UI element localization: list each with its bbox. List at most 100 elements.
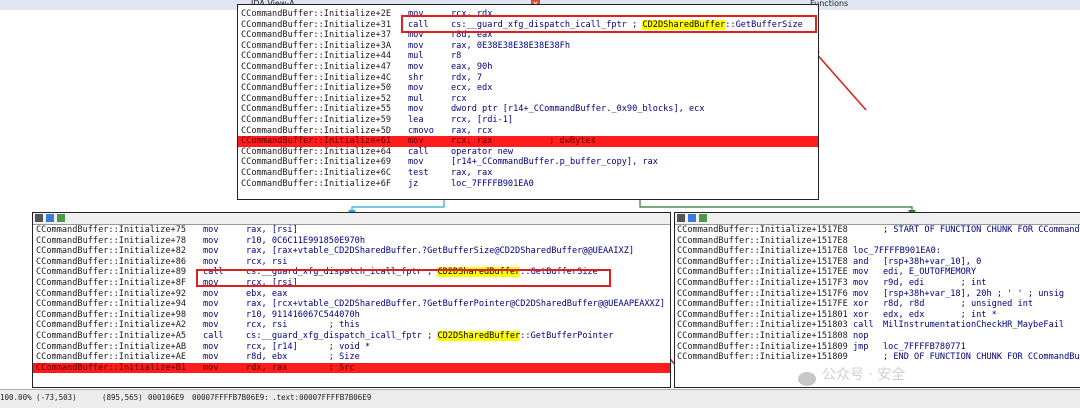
color-icon[interactable] [35,214,43,222]
left-code-block[interactable]: CCommandBuffer::Initialize+75 mov rax, [rs… [32,212,671,388]
code-operands-text: rax, rcx [451,125,493,136]
code-line[interactable]: CCommandBuffer::Initialize+59 lea rcx, [rd… [238,115,818,126]
code-address: CCommandBuffer::Initialize+69 [241,157,392,168]
annotation-arrow-top [813,50,867,111]
top-code-block[interactable]: CCommandBuffer::Initialize+2E mov rcx, rdx… [237,4,819,200]
code-mnemonic: call [203,330,224,341]
code-operands-text: rax, [rsi] [246,225,298,235]
code-line[interactable]: CCommandBuffer::Initialize+5D cmovo rax, r… [238,126,818,137]
code-line[interactable]: CCommandBuffer::Initialize+78 mov r10, 0C6… [33,236,670,247]
code-line[interactable]: CCommandBuffer::Initialize+86 mov rcx, rsi [33,257,670,268]
code-operands: rcx, rsi ; this [246,320,360,331]
code-line[interactable]: CCommandBuffer::Initialize+61 mov rcx, rax… [238,136,818,147]
code-address: CCommandBuffer::Initialize+59 [241,114,392,125]
code-line[interactable]: CCommandBuffer::Initialize+82 mov rax, [ra… [33,246,670,257]
code-line[interactable]: CCommandBuffer::Initialize+47 mov eax, 90h [238,62,818,73]
code-line[interactable]: CCommandBuffer::Initialize+52 mul rcx [238,94,818,105]
top-block-lines: CCommandBuffer::Initialize+2E mov rcx, rdx… [238,9,818,189]
code-line[interactable]: CCommandBuffer::Initialize+6F jz loc_7FFFF… [238,179,818,190]
code-line[interactable]: CCommandBuffer::Initialize+A5 call cs:__gu… [33,330,670,342]
code-line[interactable]: CCommandBuffer::Initialize+1517E8 and [rsp… [675,257,1080,268]
code-operands-text: MilInstrumentationCheckHR_MaybeFail [883,320,1065,331]
code-line[interactable]: CCommandBuffer::Initialize+3A mov rax, 0E3… [238,41,818,52]
code-operands: [rsp+38h+var_18], 20h ; ' ' ; unsig [883,289,1064,300]
code-line[interactable]: CCommandBuffer::Initialize+1517E8 ; START… [675,225,1080,236]
code-line[interactable]: CCommandBuffer::Initialize+4C shr rdx, 7 [238,73,818,84]
code-operands-text: ; END OF FUNCTION CHUNK FOR CCommandBuff… [883,352,1080,363]
code-address: CCommandBuffer::Initialize+6C [241,167,392,178]
code-address: CCommandBuffer::Initialize+AB [36,341,187,352]
code-operands: r8 [451,51,461,62]
code-address: CCommandBuffer::Initialize+37 [241,30,392,41]
code-operands-text: [rsp+38h+var_10], 0 [883,256,982,267]
code-operands: operator new [451,147,513,158]
code-line[interactable]: CCommandBuffer::Initialize+75 mov rax, [rs… [33,225,670,236]
code-operands-text: cs:__guard_xfg_dispatch_icall_fptr ; [246,330,438,341]
code-line[interactable]: CCommandBuffer::Initialize+151808 nop [675,331,1080,342]
code-address: CCommandBuffer::Initialize+B1 [36,362,187,373]
status-text: .text:00007FFFFB7B06E9 [272,393,372,402]
code-operands-text: r8d, r8d ; unsigned int [883,299,1034,310]
right-code-block[interactable]: CCommandBuffer::Initialize+1517E8 ; START… [674,212,1080,388]
color-icon[interactable] [677,214,685,222]
code-operands-text: ecx, edx [451,83,493,94]
code-mnemonic: mov [408,136,424,147]
code-mnemonic: mov [203,256,219,267]
graph-icon[interactable] [46,214,54,222]
code-line[interactable]: CCommandBuffer::Initialize+1517F3 mov r9d,… [675,278,1080,289]
code-operands-text: rcx, rsi ; this [246,320,360,331]
code-line[interactable]: CCommandBuffer::Initialize+50 mov ecx, edx [238,83,818,94]
code-mnemonic: mov [853,277,869,288]
code-operands: rdx, 7 [451,73,482,84]
right-block-lines: CCommandBuffer::Initialize+1517E8 ; START… [675,225,1080,363]
code-line[interactable]: CCommandBuffer::Initialize+151809 ; END O… [675,352,1080,363]
code-line[interactable]: CCommandBuffer::Initialize+44 mul r8 [238,51,818,62]
code-line[interactable]: CCommandBuffer::Initialize+1517E8 [675,236,1080,247]
code-operands-text: rax, rax [451,167,493,178]
code-operands-text: dword ptr [r14+_CCommandBuffer._0x90_blo… [451,104,705,115]
code-line[interactable]: CCommandBuffer::Initialize+6C test rax, ra… [238,168,818,179]
status-coords: (-73,503) [36,393,77,402]
code-operands-text: r10, 911416067C544070h [246,309,360,320]
search-highlight: CD2DSharedBuffer [437,330,521,341]
code-address: CCommandBuffer::Initialize+151803 [677,320,848,331]
graph-icon[interactable] [688,214,696,222]
image-icon[interactable] [57,214,65,222]
code-line[interactable]: CCommandBuffer::Initialize+B1 mov rdx, rax… [33,362,670,374]
code-line[interactable]: CCommandBuffer::Initialize+98 mov r10, 911… [33,310,670,321]
code-line[interactable]: CCommandBuffer::Initialize+1517E8 loc_7FF… [675,246,1080,257]
code-address: CCommandBuffer::Initialize+151801 [677,309,848,320]
code-line[interactable]: CCommandBuffer::Initialize+151803 call Mil… [675,320,1080,331]
code-address: CCommandBuffer::Initialize+55 [241,104,392,115]
code-line[interactable]: CCommandBuffer::Initialize+AE mov r8d, ebx… [33,352,670,363]
code-line[interactable]: CCommandBuffer::Initialize+69 mov [r14+_CC… [238,157,818,168]
code-address: CCommandBuffer::Initialize+151808 [677,330,848,341]
code-mnemonic: mov [853,288,869,299]
code-address: CCommandBuffer::Initialize+2E [241,9,392,19]
code-line[interactable]: CCommandBuffer::Initialize+64 call operato… [238,147,818,158]
code-operands-text: operator new [451,146,514,157]
code-line[interactable]: CCommandBuffer::Initialize+1517EE mov edi,… [675,267,1080,278]
code-mnemonic: mov [203,352,219,363]
code-line[interactable]: CCommandBuffer::Initialize+A2 mov rcx, rsi… [33,320,670,331]
code-operands-text: loc_7FFFFB780771 [883,341,966,352]
code-address: CCommandBuffer::Initialize+92 [36,288,187,299]
code-address: CCommandBuffer::Initialize+82 [36,246,187,257]
image-icon[interactable] [699,214,707,222]
code-line[interactable]: CCommandBuffer::Initialize+94 mov rax, [rc… [33,299,670,310]
code-line[interactable]: CCommandBuffer::Initialize+1517FE xor r8d,… [675,299,1080,310]
code-line[interactable]: CCommandBuffer::Initialize+92 mov ebx, eax [33,289,670,300]
wechat-icon [798,372,816,386]
code-operands: rcx [451,94,467,105]
code-line[interactable]: CCommandBuffer::Initialize+151801 xor edx,… [675,310,1080,321]
code-line[interactable]: CCommandBuffer::Initialize+55 mov dword pt… [238,104,818,115]
code-line[interactable]: CCommandBuffer::Initialize+AB mov rcx, [r1… [33,342,670,353]
code-operands: rcx, rsi [246,257,287,268]
code-address: CCommandBuffer::Initialize+151809 [677,352,848,363]
status-offset: 000106E9 [148,393,185,402]
code-line[interactable]: CCommandBuffer::Initialize+151809 jmp loc_… [675,342,1080,353]
code-operands-text: ebx, eax [246,288,288,299]
code-operands-text: loc_7FFFFB901EA0 [451,178,534,189]
code-line[interactable]: CCommandBuffer::Initialize+1517F6 mov [rsp… [675,289,1080,300]
graph-view[interactable]: CCommandBuffer::Initialize+2E mov rcx, rdx… [0,4,1080,388]
